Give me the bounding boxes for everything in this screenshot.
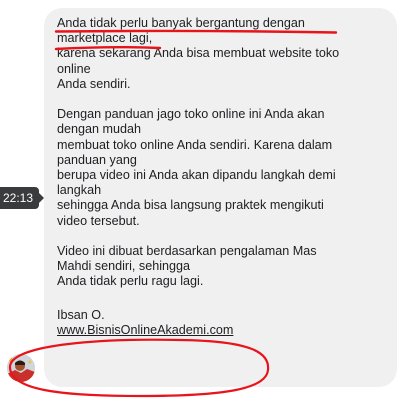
message-line: karena sekarang Anda bisa membuat websit… <box>57 46 340 61</box>
message-line: online <box>57 61 91 76</box>
message-line: video tersebut. <box>57 213 140 228</box>
message-line: Anda sendiri. <box>57 76 131 91</box>
message-line: dengan mudah <box>57 122 142 137</box>
message-line: Anda tidak perlu banyak bergantung denga… <box>57 16 305 30</box>
chat-view: 22:13 Anda tidak perlu banyak bergantung… <box>0 0 408 401</box>
message-line: marketplace lagi, <box>57 31 153 46</box>
sender-avatar[interactable] <box>7 354 35 382</box>
message-line: panduan yang <box>57 152 137 167</box>
website-link[interactable]: www.BisnisOnlineAkademi.com <box>57 323 385 338</box>
avatar-image <box>7 354 35 382</box>
message-line: Anda tidak perlu ragu lagi. <box>57 274 204 289</box>
message-line: Mahdi sendiri, sehingga <box>57 259 191 274</box>
message-line: Dengan panduan jago toko online ini Anda… <box>57 107 325 122</box>
signature-gap <box>57 290 385 308</box>
message-line: berupa video ini Anda akan dipandu langk… <box>57 168 336 183</box>
message-line: membuat toko online Anda sendiri. Karena… <box>57 137 333 152</box>
message-line: Video ini dibuat berdasarkan pengalaman … <box>57 244 317 259</box>
signature-name: Ibsan O. <box>57 307 105 322</box>
message-bubble[interactable]: Anda tidak perlu banyak bergantung denga… <box>44 8 397 387</box>
message-line: langkah <box>57 183 102 198</box>
message-timestamp: 22:13 <box>0 187 45 209</box>
message-line: sehingga Anda bisa langsung praktek meng… <box>57 198 324 213</box>
